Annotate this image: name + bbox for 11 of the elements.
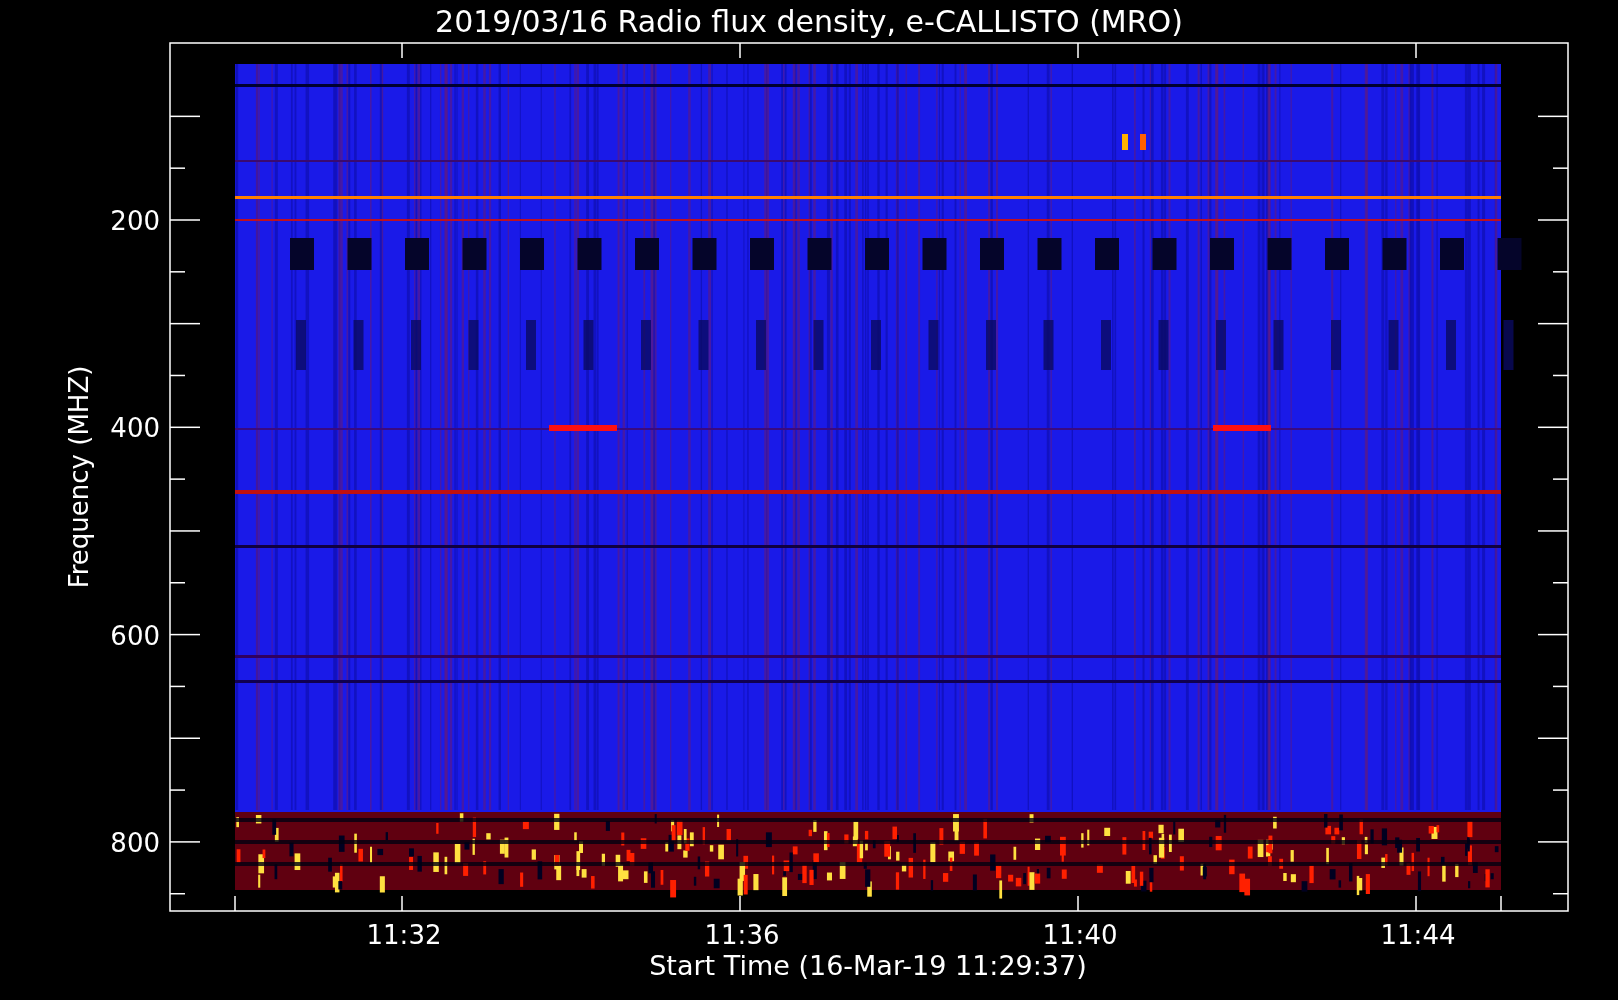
plot-title: 2019/03/16 Radio flux density, e-CALLISTO (MRO)	[435, 4, 1183, 39]
y-tick-label: 200	[110, 206, 160, 236]
x-tick-label: 11:44	[1380, 920, 1456, 950]
y-tick-label: 800	[110, 827, 160, 858]
y-axis-label: Frequency (MHZ)	[64, 365, 94, 589]
x-tick-label: 11:40	[1042, 920, 1118, 950]
x-tick-label: 11:32	[366, 920, 442, 950]
x-axis-label: Start Time (16-Mar-19 11:29:37)	[649, 950, 1087, 981]
x-tick-label: 11:36	[704, 920, 780, 950]
y-tick-label: 400	[110, 413, 160, 444]
y-tick-label: 600	[110, 620, 160, 651]
